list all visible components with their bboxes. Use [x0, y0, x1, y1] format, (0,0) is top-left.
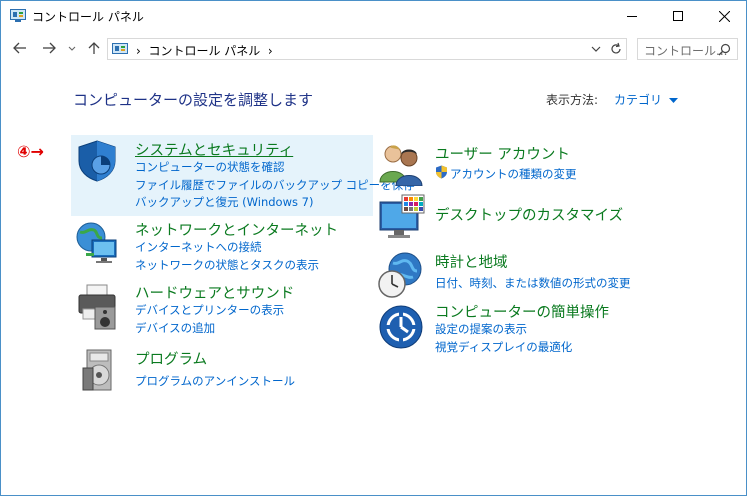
- link-network-status[interactable]: ネットワークの状態とタスクの表示: [135, 257, 319, 273]
- close-button[interactable]: [701, 1, 747, 31]
- breadcrumb-control-panel[interactable]: コントロール パネル: [148, 44, 260, 58]
- link-devices-printers[interactable]: デバイスとプリンターの表示: [135, 302, 284, 318]
- search-input[interactable]: コントロール...: [637, 38, 738, 60]
- link-add-device[interactable]: デバイスの追加: [135, 320, 215, 336]
- shield-icon: [78, 140, 116, 182]
- category-title[interactable]: 時計と地域: [435, 251, 508, 272]
- refresh-icon[interactable]: [609, 42, 623, 56]
- ease-of-access-icon: [379, 305, 423, 349]
- category-title[interactable]: プログラム: [135, 348, 207, 369]
- minimize-icon: [627, 16, 637, 17]
- link-file-history-backup[interactable]: ファイル履歴でファイルのバックアップ コピーを保存: [135, 177, 415, 193]
- users-icon: [379, 145, 423, 186]
- view-by-dropdown[interactable]: カテゴリ: [614, 91, 678, 108]
- network-globe-icon: [76, 222, 117, 263]
- category-title[interactable]: コンピューターの簡単操作: [435, 301, 609, 322]
- close-icon: [718, 10, 730, 22]
- breadcrumb-separator-trailing[interactable]: ›: [268, 44, 273, 58]
- link-change-date-time-format[interactable]: 日付、時刻、または数値の形式の変更: [435, 275, 631, 291]
- printer-speaker-icon: [78, 284, 116, 330]
- category-title[interactable]: ネットワークとインターネット: [135, 219, 338, 240]
- category-title[interactable]: ユーザー アカウント: [435, 143, 570, 164]
- link-change-account-type[interactable]: アカウントの種類の変更: [450, 166, 577, 182]
- navigation-bar: › コントロール パネル › コントロール...: [1, 32, 746, 66]
- title-bar: コントロール パネル: [1, 1, 746, 32]
- control-panel-icon: [10, 9, 26, 22]
- search-placeholder: コントロール...: [644, 44, 728, 58]
- view-by-value[interactable]: カテゴリ: [614, 93, 662, 107]
- minimize-button[interactable]: [609, 1, 655, 31]
- control-panel-window: コントロール パネル › コントロール パネル › コントロール... コンピュ…: [0, 0, 747, 496]
- category-title[interactable]: デスクトップのカスタマイズ: [435, 204, 623, 225]
- link-uninstall-program[interactable]: プログラムのアンインストール: [135, 373, 295, 389]
- page-heading: コンピューターの設定を調整します: [73, 91, 314, 109]
- control-panel-icon: [112, 43, 128, 54]
- recent-locations-chevron-icon[interactable]: [67, 40, 77, 56]
- link-check-status[interactable]: コンピューターの状態を確認: [135, 159, 285, 175]
- view-by-label: 表示方法:: [546, 93, 599, 107]
- link-suggested-settings[interactable]: 設定の提案の表示: [435, 321, 527, 337]
- search-icon[interactable]: [718, 43, 731, 56]
- back-arrow-icon[interactable]: [12, 40, 28, 56]
- link-backup-restore[interactable]: バックアップと復元 (Windows 7): [135, 194, 313, 210]
- window-title: コントロール パネル: [32, 10, 144, 24]
- desktop-monitor-icon: [379, 194, 425, 238]
- category-title[interactable]: ハードウェアとサウンド: [135, 282, 294, 303]
- address-bar[interactable]: › コントロール パネル ›: [107, 38, 627, 60]
- address-dropdown-icon[interactable]: [591, 45, 601, 53]
- category-title[interactable]: システムとセキュリティ: [135, 139, 293, 160]
- up-arrow-icon[interactable]: [86, 40, 102, 56]
- dropdown-arrow-icon: [668, 98, 678, 103]
- programs-icon: [82, 349, 112, 391]
- link-optimize-visual-display[interactable]: 視覚ディスプレイの最適化: [435, 339, 572, 355]
- link-connect-internet[interactable]: インターネットへの接続: [135, 239, 262, 255]
- step-annotation: ④→: [17, 142, 44, 161]
- uac-shield-icon: [436, 165, 447, 179]
- maximize-icon: [673, 11, 683, 21]
- maximize-button[interactable]: [655, 1, 701, 31]
- clock-globe-icon: [378, 252, 422, 298]
- forward-arrow-icon[interactable]: [41, 40, 57, 56]
- breadcrumb: › コントロール パネル ›: [136, 42, 273, 59]
- breadcrumb-separator[interactable]: ›: [136, 44, 141, 58]
